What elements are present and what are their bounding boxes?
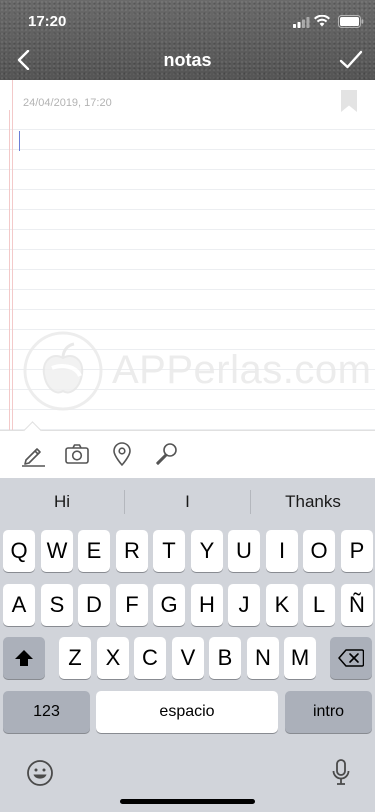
location-pin-icon[interactable] <box>109 441 135 467</box>
key-k[interactable]: K <box>266 584 298 626</box>
checkmark-icon[interactable] <box>339 50 363 70</box>
battery-icon <box>338 15 364 28</box>
keyboard: Hi I Thanks Q W E R T Y U I O P A S D F … <box>0 478 375 812</box>
key-d[interactable]: D <box>78 584 110 626</box>
watermark-text: APPerlas.com <box>112 348 372 392</box>
emoji-icon[interactable] <box>26 759 54 787</box>
numbers-key[interactable]: 123 <box>3 691 90 733</box>
apperlas-logo-icon <box>23 331 103 411</box>
key-s[interactable]: S <box>41 584 73 626</box>
cellular-signal-icon <box>293 17 310 28</box>
key-f[interactable]: F <box>116 584 148 626</box>
status-time: 17:20 <box>28 13 67 30</box>
suggestion-3[interactable]: Thanks <box>251 478 375 526</box>
key-q[interactable]: Q <box>3 530 35 572</box>
delete-key[interactable] <box>330 637 372 679</box>
suggestion-1[interactable]: Hi <box>0 478 124 526</box>
suggestion-bar: Hi I Thanks <box>0 478 375 526</box>
note-date: 24/04/2019, 17:20 <box>23 97 112 109</box>
key-x[interactable]: X <box>97 637 129 679</box>
key-o[interactable]: O <box>303 530 335 572</box>
page-title: notas <box>163 50 212 70</box>
note-toolbar <box>0 421 375 478</box>
app-header: 17:20 notas <box>0 0 375 80</box>
key-v[interactable]: V <box>172 637 204 679</box>
microphone-icon[interactable] <box>154 441 180 467</box>
key-enye[interactable]: Ñ <box>341 584 373 626</box>
key-r[interactable]: R <box>116 530 148 572</box>
key-e[interactable]: E <box>78 530 110 572</box>
key-h[interactable]: H <box>191 584 223 626</box>
key-b[interactable]: B <box>209 637 241 679</box>
watermark: APPerlas.com <box>22 330 372 420</box>
key-w[interactable]: W <box>41 530 73 572</box>
pencil-icon[interactable] <box>20 441 46 467</box>
note-editor[interactable]: 24/04/2019, 17:20 APPerlas.com <box>0 80 375 431</box>
camera-icon[interactable] <box>64 441 90 467</box>
navigation-bar: notas <box>0 40 375 80</box>
text-cursor <box>19 131 20 151</box>
dictation-microphone-icon[interactable] <box>331 759 351 787</box>
key-g[interactable]: G <box>153 584 185 626</box>
key-j[interactable]: J <box>228 584 260 626</box>
shift-icon <box>15 650 33 666</box>
bookmark-icon[interactable] <box>341 90 357 112</box>
return-key[interactable]: intro <box>285 691 372 733</box>
key-p[interactable]: P <box>341 530 373 572</box>
wifi-icon <box>314 15 330 27</box>
key-i[interactable]: I <box>266 530 298 572</box>
key-m[interactable]: M <box>284 637 316 679</box>
key-y[interactable]: Y <box>191 530 223 572</box>
status-bar: 17:20 <box>0 0 375 44</box>
shift-key[interactable] <box>3 637 45 679</box>
key-t[interactable]: T <box>153 530 185 572</box>
key-n[interactable]: N <box>247 637 279 679</box>
space-key[interactable]: espacio <box>96 691 278 733</box>
backspace-icon <box>338 649 364 667</box>
key-a[interactable]: A <box>3 584 35 626</box>
home-indicator[interactable] <box>120 799 255 804</box>
key-z[interactable]: Z <box>59 637 91 679</box>
suggestion-2[interactable]: I <box>125 478 250 526</box>
key-l[interactable]: L <box>303 584 335 626</box>
key-u[interactable]: U <box>228 530 260 572</box>
key-c[interactable]: C <box>134 637 166 679</box>
